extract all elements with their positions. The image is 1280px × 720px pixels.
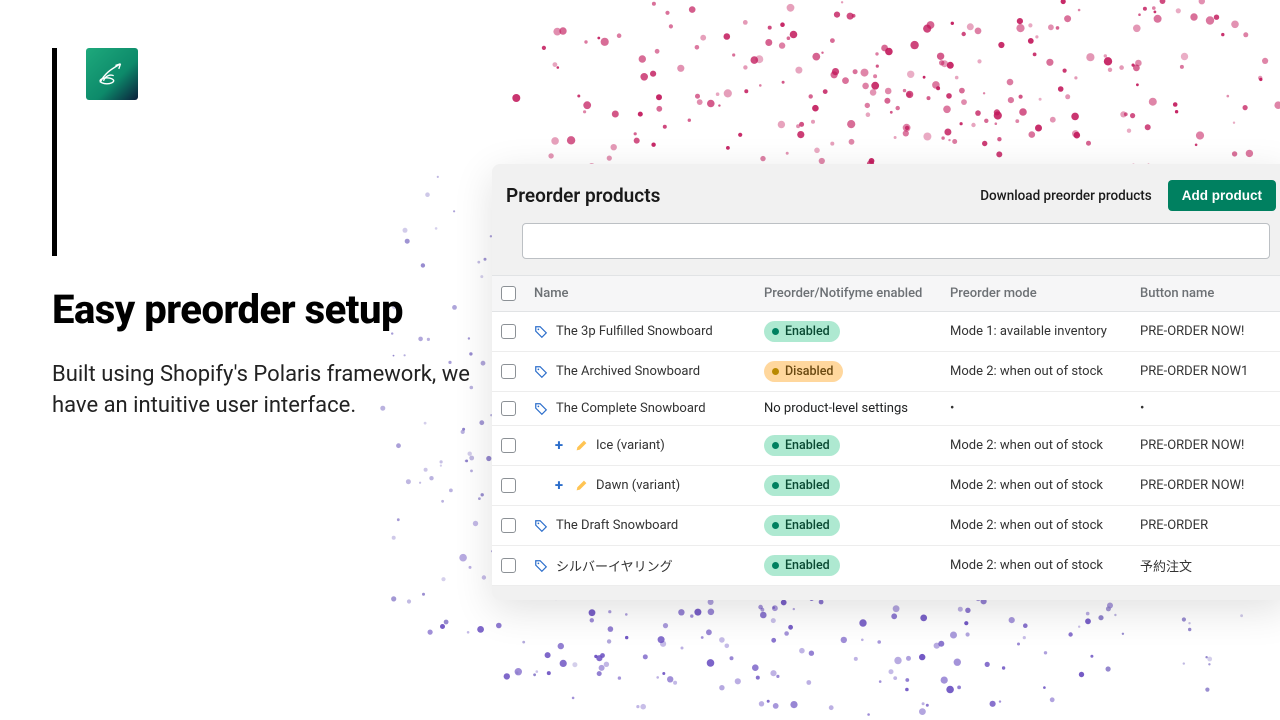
tag-icon	[534, 519, 548, 533]
row-checkbox[interactable]	[501, 558, 516, 573]
preorder-mode: Mode 2: when out of stock	[950, 364, 1140, 379]
edit-icon[interactable]	[574, 439, 588, 453]
app-logo	[86, 48, 138, 100]
col-name: Name	[534, 286, 764, 301]
product-name: The Draft Snowboard	[556, 518, 678, 533]
preorder-mode: •	[950, 401, 1140, 416]
tag-icon	[534, 402, 548, 416]
product-name: シルバーイヤリング	[556, 556, 673, 575]
search-input[interactable]	[522, 223, 1270, 259]
row-checkbox[interactable]	[501, 324, 516, 339]
page-title: Preorder products	[506, 184, 660, 207]
preorder-mode: Mode 1: available inventory	[950, 324, 1140, 339]
status-badge: Enabled	[764, 475, 840, 496]
row-checkbox[interactable]	[501, 364, 516, 379]
product-name: The Archived Snowboard	[556, 364, 700, 379]
marketing-headline: Easy preorder setup	[52, 286, 403, 333]
preorder-mode: Mode 2: when out of stock	[950, 478, 1140, 493]
row-checkbox[interactable]	[501, 518, 516, 533]
product-name: The Complete Snowboard	[556, 401, 706, 416]
button-name: PRE-ORDER NOW1	[1140, 364, 1280, 379]
edit-icon[interactable]	[574, 479, 588, 493]
table-row[interactable]: シルバーイヤリング Enabled Mode 2: when out of stoc…	[492, 546, 1280, 586]
row-checkbox[interactable]	[501, 478, 516, 493]
preorder-app-window: Preorder products Download preorder prod…	[492, 164, 1280, 600]
button-name: PRE-ORDER NOW!	[1140, 478, 1280, 493]
table-row[interactable]: The Complete Snowboard No product-level s…	[492, 392, 1280, 426]
select-all-checkbox[interactable]	[501, 286, 516, 301]
status-badge: Enabled	[764, 515, 840, 536]
accent-bar	[52, 48, 57, 256]
table-row[interactable]: The 3p Fulfilled Snowboard Enabled Mode 1:…	[492, 312, 1280, 352]
products-table: Name Preorder/Notifyme enabled Preorder …	[492, 275, 1280, 586]
product-name: Ice (variant)	[596, 438, 665, 453]
marketing-subhead: Built using Shopify's Polaris framework,…	[52, 360, 492, 422]
button-name: PRE-ORDER	[1140, 518, 1280, 533]
col-mode: Preorder mode	[950, 286, 1140, 301]
col-button-name: Button name	[1140, 286, 1280, 301]
row-checkbox[interactable]	[501, 438, 516, 453]
product-name: The 3p Fulfilled Snowboard	[556, 324, 713, 339]
tag-icon	[534, 365, 548, 379]
button-name: PRE-ORDER NOW!	[1140, 438, 1280, 453]
table-row[interactable]: The Archived Snowboard Disabled Mode 2: wh…	[492, 352, 1280, 392]
product-name: Dawn (variant)	[596, 478, 680, 493]
expand-icon[interactable]: +	[552, 479, 566, 493]
button-name: PRE-ORDER NOW!	[1140, 324, 1280, 339]
table-row[interactable]: The Draft Snowboard Enabled Mode 2: when o…	[492, 506, 1280, 546]
add-product-button[interactable]: Add product	[1168, 180, 1276, 211]
status-badge: Enabled	[764, 321, 840, 342]
download-preorder-products-link[interactable]: Download preorder products	[980, 188, 1152, 204]
col-status: Preorder/Notifyme enabled	[764, 286, 950, 301]
button-name: 予約注文	[1140, 556, 1280, 575]
table-row[interactable]: + Ice (variant) Enabled Mode 2: when out of…	[492, 426, 1280, 466]
status-badge: Disabled	[764, 361, 843, 382]
status-badge: Enabled	[764, 555, 840, 576]
table-row[interactable]: + Dawn (variant) Enabled Mode 2: when out o…	[492, 466, 1280, 506]
button-name: •	[1140, 401, 1280, 416]
app-header: Preorder products Download preorder prod…	[492, 164, 1280, 223]
tag-icon	[534, 325, 548, 339]
preorder-mode: Mode 2: when out of stock	[950, 518, 1140, 533]
expand-icon[interactable]: +	[552, 439, 566, 453]
preorder-mode: Mode 2: when out of stock	[950, 558, 1140, 573]
tag-icon	[534, 559, 548, 573]
row-checkbox[interactable]	[501, 401, 516, 416]
preorder-mode: Mode 2: when out of stock	[950, 438, 1140, 453]
table-header: Name Preorder/Notifyme enabled Preorder …	[492, 275, 1280, 312]
status-badge: Enabled	[764, 435, 840, 456]
status-text: No product-level settings	[764, 401, 908, 416]
